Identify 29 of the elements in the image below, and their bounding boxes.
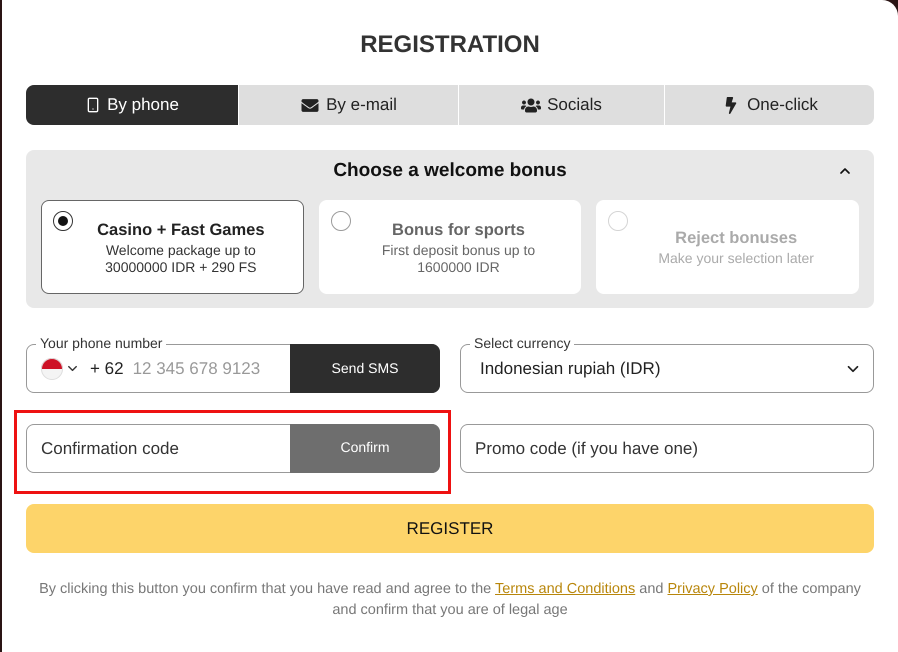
tab[interactable]: One-click	[665, 85, 874, 125]
people-icon	[521, 96, 542, 114]
bonus-option-description: Welcome package up to 30000000 IDR + 290 FS	[104, 242, 258, 276]
terms-text: By clicking this button you confirm that you have read and agree to the Terms and Conditions and Privacy Policy of the company and confirm that you are of legal age	[38, 580, 862, 620]
confirmation-code-field[interactable]: Confirmation code Confirm	[26, 424, 440, 473]
bonus-option-description: Make your selection later	[658, 250, 814, 267]
radio-button[interactable]	[330, 211, 351, 231]
bonus-option-title: Bonus for sports	[392, 220, 525, 240]
flag-icon	[41, 358, 63, 380]
radio-button[interactable]	[53, 211, 73, 231]
bonus-option-title: Reject bonuses	[675, 228, 798, 249]
phone-icon	[85, 95, 102, 115]
tab[interactable]: By phone	[26, 85, 238, 125]
bonus-option-title: Casino + Fast Games	[97, 220, 265, 240]
envelope-icon	[300, 96, 320, 114]
promo-code-field[interactable]: Promo code (if you have one)	[460, 424, 874, 473]
bonus-option-card[interactable]: Bonus for sports First deposit bonus up to 1600000 IDR	[318, 200, 582, 294]
register-button[interactable]: REGISTER	[26, 504, 874, 553]
field-label: Your phone number	[36, 335, 166, 352]
bonus-option-card[interactable]: Casino + Fast Games Welcome package up to 30000000 IDR + 290 FS	[41, 200, 304, 294]
confirm-button[interactable]: Confirm	[290, 424, 440, 473]
bonus-title: Choose a welcome bonus	[333, 159, 567, 183]
registration-title: REGISTRATION	[360, 31, 540, 59]
tab[interactable]: Socials	[459, 85, 664, 125]
bonus-option-description: First deposit bonus up to 1600000 IDR	[380, 242, 536, 276]
country-code: + 62	[90, 358, 124, 380]
send-sms-button[interactable]: Send SMS	[290, 344, 440, 393]
tab[interactable]: By e-mail	[239, 85, 458, 125]
field-label: Select currency	[470, 335, 574, 352]
